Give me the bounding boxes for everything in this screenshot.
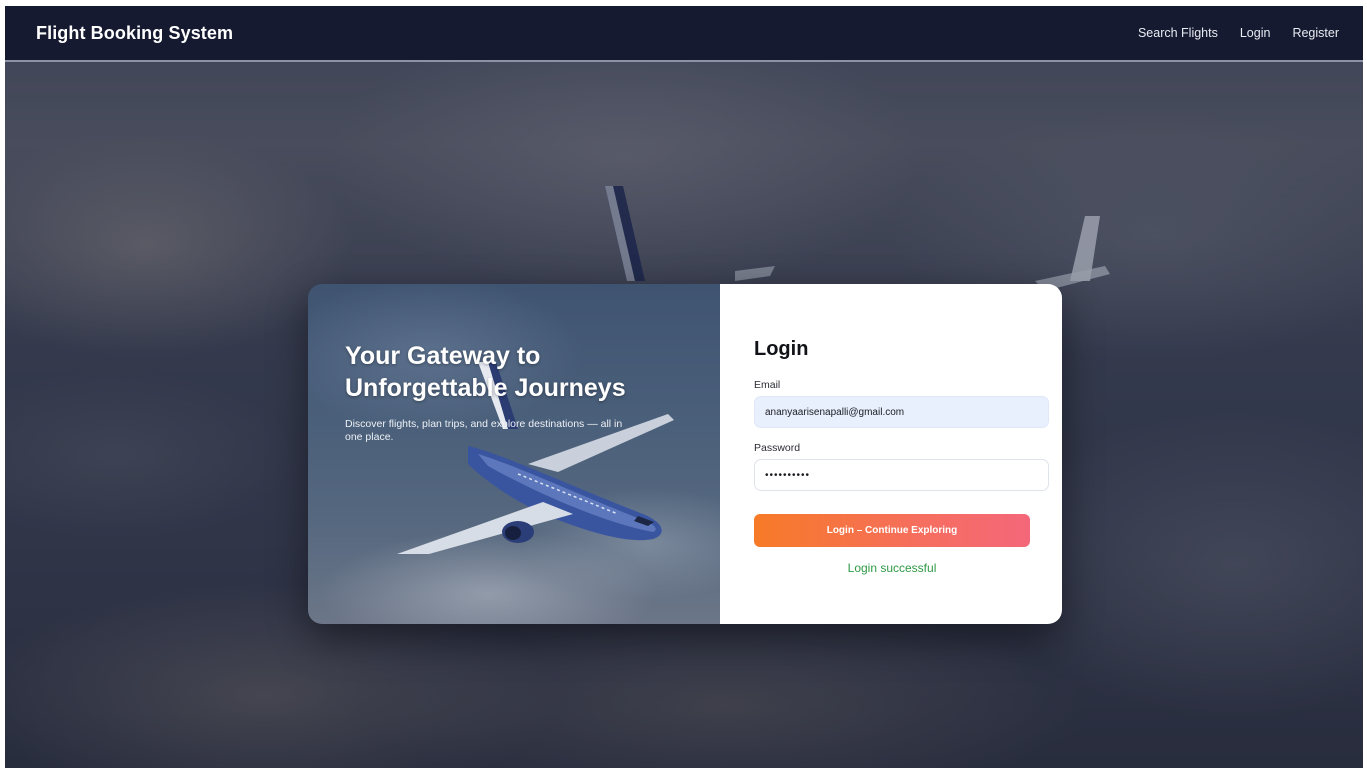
brand-title[interactable]: Flight Booking System [36, 23, 233, 44]
password-label: Password [754, 442, 801, 454]
email-label: Email [754, 379, 781, 391]
login-title: Login [754, 338, 809, 360]
login-submit-button[interactable]: Login – Continue Exploring [754, 514, 1030, 547]
hero-title: Your Gateway to Unforgettable Journeys [345, 340, 685, 404]
page: Flight Booking System Search Flights Log… [5, 6, 1363, 768]
hero-panel: Your Gateway to Unforgettable Journeys D… [308, 284, 720, 624]
login-status-message: Login successful [847, 561, 937, 575]
nav-login-link[interactable]: Login [1240, 26, 1271, 40]
hero-title-line-1: Your Gateway to [345, 342, 541, 370]
nav-register-link[interactable]: Register [1292, 26, 1339, 40]
login-card: Your Gateway to Unforgettable Journeys D… [308, 284, 1062, 624]
email-field[interactable] [754, 396, 1049, 428]
top-navbar: Flight Booking System Search Flights Log… [5, 6, 1363, 62]
nav-search-flights-link[interactable]: Search Flights [1138, 26, 1218, 40]
hero-title-line-2: Unforgettable Journeys [345, 374, 626, 402]
login-form: Login Email Password Login – Continue Ex… [720, 284, 1062, 624]
nav-links: Search Flights Login Register [1138, 26, 1339, 40]
password-field[interactable] [754, 459, 1049, 491]
hero-subtitle: Discover flights, plan trips, and explor… [345, 418, 623, 443]
